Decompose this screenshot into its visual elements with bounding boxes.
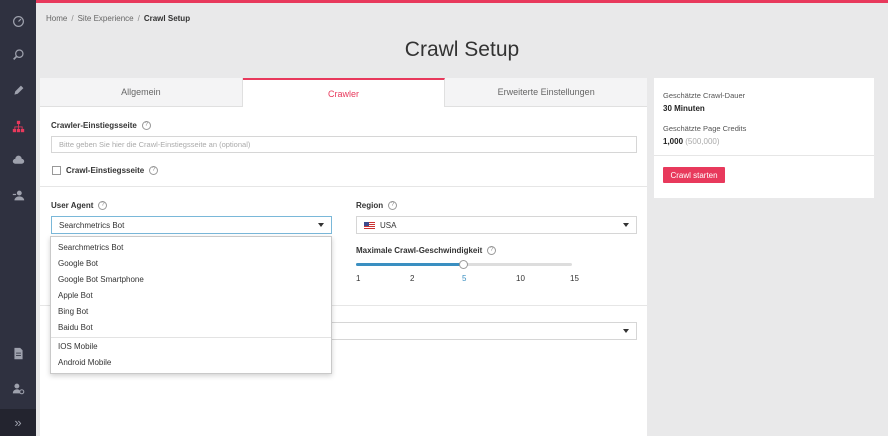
entry-page-input[interactable]: Bitte geben Sie hier die Crawl-Einstiegs…: [51, 136, 637, 153]
dropdown-option[interactable]: Google Bot Smartphone: [58, 275, 144, 284]
breadcrumb-section[interactable]: Site Experience: [78, 14, 134, 23]
tab-crawler[interactable]: Crawler: [242, 78, 446, 107]
speed-tick[interactable]: 2: [410, 274, 414, 283]
help-icon[interactable]: ?: [388, 201, 398, 211]
breadcrumb-home[interactable]: Home: [46, 14, 67, 23]
chevron-down-icon: [623, 223, 629, 227]
dropdown-option[interactable]: Bing Bot: [58, 307, 88, 316]
dropdown-option[interactable]: Searchmetrics Bot: [58, 243, 123, 252]
summary-panel: Geschätzte Crawl-Dauer 30 Minuten Geschä…: [654, 78, 874, 198]
summary-divider: [654, 155, 874, 156]
user-agent-select[interactable]: Searchmetrics Bot: [51, 216, 332, 234]
credits-label: Geschätzte Page Credits: [663, 124, 747, 133]
entry-page-checkbox-label: Crawl-Einstiegsseite?: [66, 166, 159, 176]
tab-bar: Allgemein Crawler Erweiterte Einstellung…: [40, 78, 647, 107]
crawl-speed-label: Maximale Crawl-Geschwindigkeit?: [356, 246, 497, 256]
help-icon[interactable]: ?: [149, 166, 159, 176]
speed-tick[interactable]: 10: [516, 274, 525, 283]
region-select[interactable]: USA: [356, 216, 637, 234]
tab-erweiterte-einstellungen[interactable]: Erweiterte Einstellungen: [445, 78, 647, 106]
breadcrumb-current: Crawl Setup: [143, 14, 191, 23]
credits-value: 1,000 (500,000): [663, 137, 720, 146]
expand-sidebar-button[interactable]: »: [0, 409, 36, 436]
duration-value: 30 Minuten: [663, 104, 705, 113]
dropdown-option[interactable]: Android Mobile: [58, 358, 111, 367]
top-accent-bar: [36, 0, 888, 3]
speed-slider-fill: [356, 263, 464, 266]
dropdown-option[interactable]: Google Bot: [58, 259, 98, 268]
expand-icon: »: [14, 415, 22, 430]
dropdown-option[interactable]: Apple Bot: [58, 291, 93, 300]
speed-tick-selected[interactable]: 5: [462, 274, 466, 283]
chevron-down-icon: [318, 223, 324, 227]
users-icon[interactable]: [0, 182, 36, 208]
dropdown-option[interactable]: IOS Mobile: [58, 342, 98, 351]
pencil-icon[interactable]: [0, 77, 36, 103]
entry-page-checkbox[interactable]: [52, 166, 61, 175]
tab-allgemein[interactable]: Allgemein: [40, 78, 243, 106]
page-title: Crawl Setup: [404, 38, 520, 61]
credits-max: (500,000): [685, 137, 720, 146]
speed-tick[interactable]: 15: [570, 274, 579, 283]
user-settings-icon[interactable]: [0, 375, 36, 401]
help-icon[interactable]: ?: [487, 246, 497, 256]
dropdown-divider: [51, 337, 331, 338]
us-flag-icon: [364, 221, 375, 229]
sitemap-icon[interactable]: [0, 113, 36, 139]
speedometer-icon[interactable]: [0, 8, 36, 34]
section-divider: [40, 186, 647, 187]
document-icon[interactable]: [0, 340, 36, 366]
sidebar: »: [0, 0, 36, 436]
breadcrumb: Home / Site Experience / Crawl Setup: [46, 14, 191, 23]
dropdown-option[interactable]: Baidu Bot: [58, 323, 93, 332]
entry-page-label: Crawler-Einstiegsseite?: [51, 121, 151, 131]
duration-label: Geschätzte Crawl-Dauer: [663, 91, 746, 100]
speed-tick[interactable]: 1: [356, 274, 360, 283]
speed-slider-handle[interactable]: [459, 260, 468, 269]
help-icon[interactable]: ?: [141, 121, 151, 131]
cloud-icon[interactable]: [0, 147, 36, 173]
search-icon[interactable]: [0, 41, 36, 67]
start-crawl-button[interactable]: Crawl starten: [663, 167, 725, 183]
user-agent-label: User Agent?: [51, 201, 108, 211]
user-agent-dropdown: Searchmetrics Bot Google Bot Google Bot …: [50, 236, 332, 374]
help-icon[interactable]: ?: [98, 201, 108, 211]
region-label: Region?: [356, 201, 398, 211]
chevron-down-icon: [623, 329, 629, 333]
